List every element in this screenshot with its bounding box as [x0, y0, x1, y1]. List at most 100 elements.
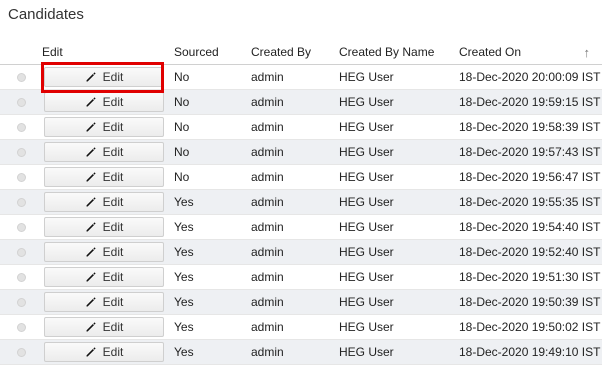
- header-sourced[interactable]: Sourced: [174, 40, 251, 65]
- header-created-on[interactable]: Created On ↑: [459, 40, 602, 65]
- edit-button[interactable]: Edit: [44, 267, 164, 287]
- pencil-icon: [85, 271, 103, 283]
- table-row[interactable]: Edit No admin HEG User 18-Dec-2020 20:00:09 …: [0, 64, 602, 90]
- pencil-icon: [85, 296, 103, 308]
- edit-button[interactable]: Edit: [44, 342, 164, 362]
- created-by-name-cell: HEG User: [339, 314, 459, 340]
- edit-cell: Edit: [42, 164, 174, 190]
- sourced-cell: No: [174, 114, 251, 140]
- table-row[interactable]: Edit No admin HEG User 18-Dec-2020 19:58:39 …: [0, 114, 602, 140]
- row-select-radio[interactable]: [0, 214, 42, 240]
- table-row[interactable]: Edit No admin HEG User 18-Dec-2020 19:57:43 …: [0, 139, 602, 165]
- radio-button[interactable]: [17, 147, 26, 157]
- radio-button[interactable]: [17, 197, 26, 207]
- edit-cell: Edit: [42, 214, 174, 240]
- row-select-radio[interactable]: [0, 89, 42, 115]
- radio-button[interactable]: [17, 297, 26, 307]
- created-on-cell: 18-Dec-2020 19:52:40 IST: [459, 239, 602, 265]
- pencil-icon: [85, 221, 103, 233]
- edit-button-label: Edit: [102, 270, 124, 284]
- radio-button[interactable]: [17, 322, 26, 332]
- created-by-cell: admin: [251, 164, 339, 190]
- radio-button[interactable]: [17, 272, 26, 282]
- header-select: [0, 40, 42, 65]
- sourced-cell: Yes: [174, 214, 251, 240]
- row-select-radio[interactable]: [0, 239, 42, 265]
- created-on-cell: 18-Dec-2020 19:49:10 IST: [459, 339, 602, 365]
- radio-button[interactable]: [17, 222, 26, 232]
- created-by-name-cell: HEG User: [339, 289, 459, 315]
- radio-button[interactable]: [17, 97, 26, 107]
- created-on-cell: 18-Dec-2020 19:55:35 IST: [459, 189, 602, 215]
- table-row[interactable]: Edit Yes admin HEG User 18-Dec-2020 19:55:35…: [0, 189, 602, 215]
- radio-button[interactable]: [17, 172, 26, 182]
- radio-button[interactable]: [17, 72, 26, 82]
- edit-button[interactable]: Edit: [44, 167, 164, 187]
- created-by-name-cell: HEG User: [339, 214, 459, 240]
- edit-button[interactable]: Edit: [44, 217, 164, 237]
- created-on-cell: 18-Dec-2020 19:57:43 IST: [459, 139, 602, 165]
- row-select-radio[interactable]: [0, 164, 42, 190]
- table-row[interactable]: Edit Yes admin HEG User 18-Dec-2020 19:51:30…: [0, 264, 602, 290]
- edit-cell: Edit: [42, 239, 174, 265]
- sort-arrow-up-icon[interactable]: ↑: [584, 45, 591, 60]
- table-row[interactable]: Edit No admin HEG User 18-Dec-2020 19:56:47 …: [0, 164, 602, 190]
- table-row[interactable]: Edit Yes admin HEG User 18-Dec-2020 19:50:02…: [0, 314, 602, 340]
- edit-button[interactable]: Edit: [44, 92, 164, 112]
- row-select-radio[interactable]: [0, 189, 42, 215]
- edit-button-label: Edit: [102, 345, 124, 359]
- edit-cell: Edit: [42, 64, 174, 90]
- created-by-name-cell: HEG User: [339, 64, 459, 90]
- sourced-cell: No: [174, 164, 251, 190]
- edit-button-label: Edit: [102, 320, 124, 334]
- edit-button[interactable]: Edit: [44, 117, 164, 137]
- created-on-cell: 18-Dec-2020 19:54:40 IST: [459, 214, 602, 240]
- pencil-icon: [85, 346, 103, 358]
- created-on-cell: 18-Dec-2020 19:56:47 IST: [459, 164, 602, 190]
- edit-button[interactable]: Edit: [44, 292, 164, 312]
- sourced-cell: Yes: [174, 239, 251, 265]
- row-select-radio[interactable]: [0, 64, 42, 90]
- table-row[interactable]: Edit Yes admin HEG User 18-Dec-2020 19:54:40…: [0, 214, 602, 240]
- table-row[interactable]: Edit Yes admin HEG User 18-Dec-2020 19:50:39…: [0, 289, 602, 315]
- created-by-cell: admin: [251, 139, 339, 165]
- edit-button-label: Edit: [102, 170, 124, 184]
- table-row[interactable]: Edit No admin HEG User 18-Dec-2020 19:59:15 …: [0, 89, 602, 115]
- edit-button-label: Edit: [102, 245, 124, 259]
- edit-button[interactable]: Edit: [44, 142, 164, 162]
- edit-cell: Edit: [42, 314, 174, 340]
- edit-cell: Edit: [42, 264, 174, 290]
- created-on-cell: 18-Dec-2020 20:00:09 IST: [459, 64, 602, 90]
- edit-button-label: Edit: [102, 220, 124, 234]
- radio-button[interactable]: [17, 347, 26, 357]
- created-by-cell: admin: [251, 314, 339, 340]
- row-select-radio[interactable]: [0, 314, 42, 340]
- header-created-by-name[interactable]: Created By Name: [339, 40, 459, 65]
- radio-button[interactable]: [17, 247, 26, 257]
- edit-button[interactable]: Edit: [44, 242, 164, 262]
- row-select-radio[interactable]: [0, 114, 42, 140]
- row-select-radio[interactable]: [0, 339, 42, 365]
- pencil-icon: [85, 121, 103, 133]
- edit-button-label: Edit: [102, 70, 124, 84]
- table-row[interactable]: Edit Yes admin HEG User 18-Dec-2020 19:52:40…: [0, 239, 602, 265]
- row-select-radio[interactable]: [0, 289, 42, 315]
- pencil-icon: [85, 96, 103, 108]
- edit-button-label: Edit: [102, 120, 124, 134]
- header-created-by[interactable]: Created By: [251, 40, 339, 65]
- edit-button[interactable]: Edit: [44, 192, 164, 212]
- edit-button-label: Edit: [102, 145, 124, 159]
- created-by-name-cell: HEG User: [339, 139, 459, 165]
- pencil-icon: [85, 321, 103, 333]
- header-edit[interactable]: Edit: [42, 40, 174, 65]
- row-select-radio[interactable]: [0, 264, 42, 290]
- created-by-name-cell: HEG User: [339, 114, 459, 140]
- edit-button[interactable]: Edit: [44, 317, 164, 337]
- row-select-radio[interactable]: [0, 139, 42, 165]
- table-row[interactable]: Edit Yes admin HEG User 18-Dec-2020 19:49:10…: [0, 339, 602, 365]
- created-by-name-cell: HEG User: [339, 164, 459, 190]
- edit-button[interactable]: Edit: [44, 67, 164, 87]
- radio-button[interactable]: [17, 122, 26, 132]
- sourced-cell: Yes: [174, 289, 251, 315]
- created-by-name-cell: HEG User: [339, 89, 459, 115]
